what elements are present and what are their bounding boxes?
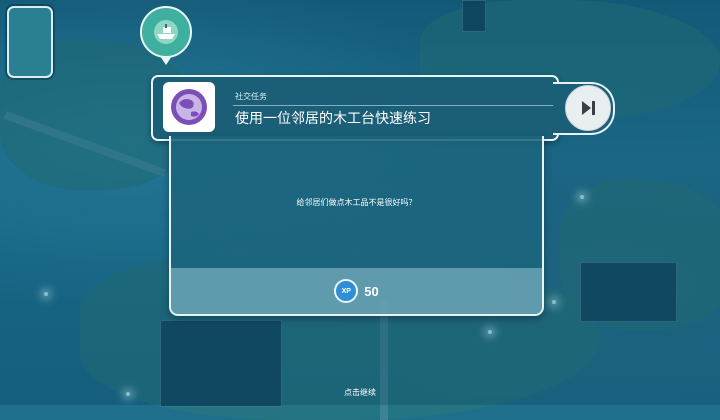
quest-title: 使用一位邻居的木工台快速练习: [235, 111, 431, 127]
reward-footer: XP 50: [171, 268, 542, 314]
skip-button[interactable]: [565, 85, 611, 131]
quest-category: 社交任务: [235, 92, 267, 101]
sim-panel-button[interactable]: [7, 6, 53, 78]
dialog-body: 给邻居们做点木工品不是很好吗？: [171, 136, 542, 268]
dialog-message: 给邻居们做点木工品不是很好吗？: [296, 197, 417, 207]
quest-divider: [233, 105, 555, 106]
globe-icon: [171, 89, 207, 125]
tap-to-continue[interactable]: 点击继续: [0, 387, 720, 398]
boat-icon: [154, 20, 178, 44]
boat-map-icon[interactable]: [140, 6, 192, 65]
xp-value: 50: [364, 283, 379, 299]
quest-icon-box: [163, 82, 215, 132]
xp-icon: XP: [334, 279, 359, 303]
quest-header: 社交任务 使用一位邻居的木工台快速练习: [151, 75, 559, 141]
skip-forward-icon: [582, 101, 595, 115]
quest-dialog: 给邻居们做点木工品不是很好吗？ XP 50: [169, 136, 544, 316]
